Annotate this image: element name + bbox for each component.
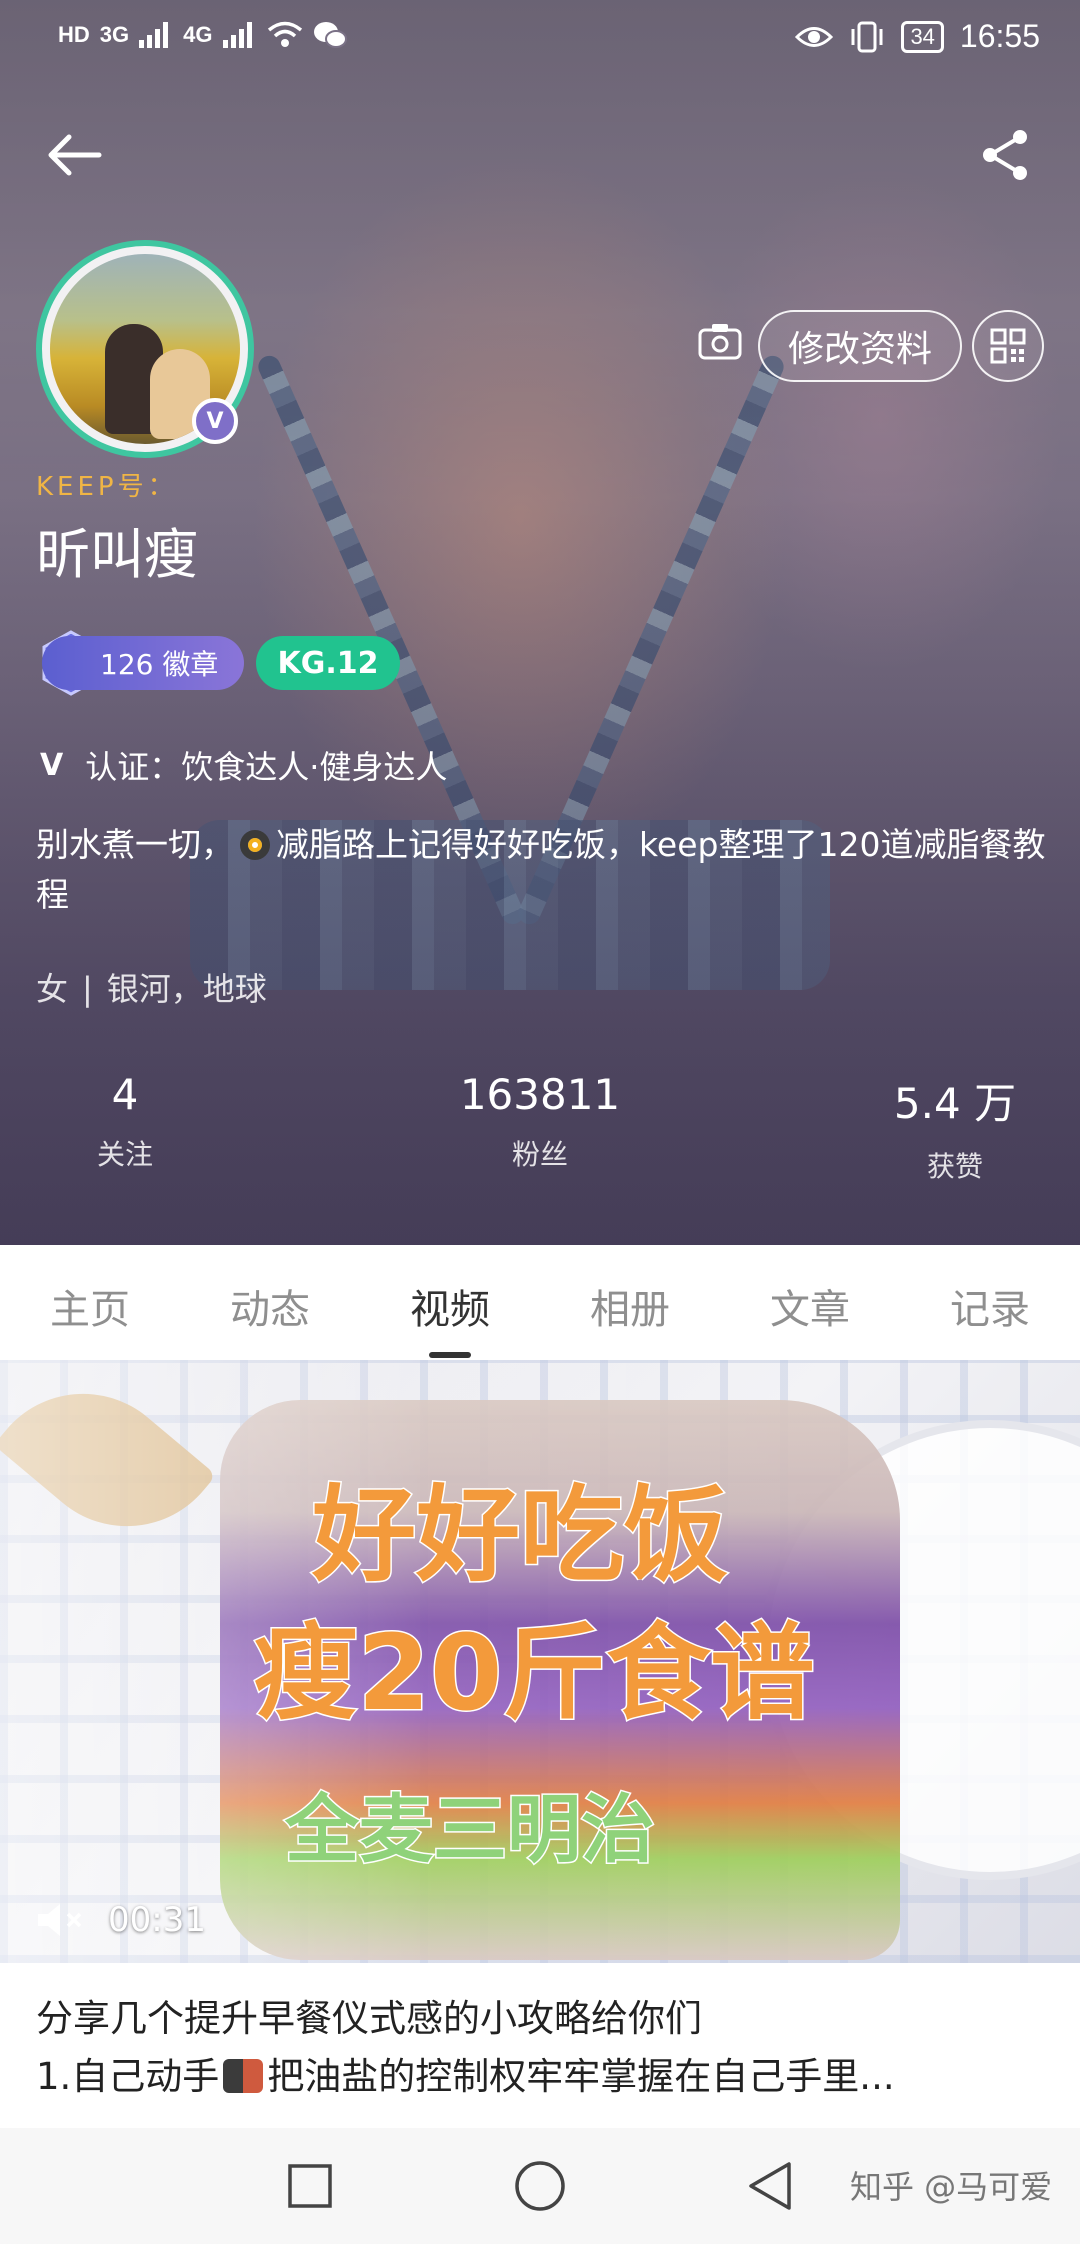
camera-icon [698,324,742,360]
signal-icon [222,22,252,48]
square-icon [288,2164,332,2208]
recent-apps-button[interactable] [280,2156,340,2216]
tab-home[interactable]: 主页 [0,1245,180,1360]
post-line2-suffix: 把油盐的控制权牢牢掌握在自己手里... [267,2055,895,2098]
certified-v-icon: V [40,747,64,783]
status-bar: HD 3G 4G 34 16:55 [0,0,1080,80]
post-line2-prefix: 1.自己动手 [36,2055,220,2098]
tab-videos[interactable]: 视频 [360,1245,540,1360]
network-3g: 3G [99,22,130,47]
video-title-line1: 好好吃饭 [310,1473,729,1598]
tab-moments[interactable]: 动态 [180,1245,360,1360]
qr-code-button[interactable] [972,310,1044,382]
likes-label: 获赞 [926,1150,983,1183]
post-preview[interactable]: 分享几个提升早餐仪式感的小攻略给你们 1.自己动手 把油盐的控制权牢牢掌握在自己手… [36,1990,1046,2106]
level-badge[interactable]: KG.12 [256,636,400,690]
profile-tabs: 主页 动态 视频 相册 文章 记录 [0,1245,1080,1360]
circle-icon [515,2161,565,2211]
keep-id-label: KEEP号： [36,472,178,502]
following-count: 4 [111,1070,139,1119]
speaker-muted-icon[interactable] [36,1900,84,1940]
system-back-button[interactable] [740,2156,800,2216]
qr-code-icon [990,328,1026,364]
post-line2: 1.自己动手 把油盐的控制权牢牢掌握在自己手里... [36,2048,1046,2106]
following-label: 关注 [96,1138,153,1171]
post-line1: 分享几个提升早餐仪式感的小攻略给你们 [36,1997,702,2040]
medals-button[interactable]: 126 徽章 [42,636,244,690]
bio-text-part1: 别水煮一切， [36,825,234,864]
status-right: 34 16:55 [795,18,1040,55]
username: 昕叫瘦 [36,523,198,586]
share-icon [983,130,1027,180]
stat-likes[interactable]: 5.4 万 获赞 [830,1070,1080,1185]
separator: | [82,970,93,1008]
change-cover-button[interactable] [698,322,742,362]
gender-location: 女 | 银河，地球 [36,964,267,1010]
profile-header-background: HD 3G 4G 34 16:55 V 修改资料 KEEP号： 昕叫瘦 126 … [0,0,1080,1245]
eye-icon [795,26,834,47]
home-button[interactable] [510,2156,570,2216]
likes-count: 5.4 万 [893,1079,1017,1128]
source-watermark: 知乎 @马可爱 [850,2168,1053,2206]
verified-badge: V [192,398,238,444]
video-player[interactable]: 好好吃饭 瘦20斤食谱 全麦三明治 00:31 [0,1360,1080,1963]
arrow-left-icon [48,134,102,176]
clock: 16:55 [959,18,1040,54]
bio: 别水煮一切， 减脂路上记得好好吃饭，keep整理了120道减脂餐教程 [36,820,1046,920]
followers-count: 163811 [459,1070,621,1119]
video-title-line3: 全麦三明治 [284,1786,657,1875]
video-title-line2: 瘦20斤食谱 [252,1611,816,1736]
network-4g: 4G [183,22,213,47]
stat-followers[interactable]: 163811 粉丝 [250,1070,830,1185]
status-left: HD 3G 4G [58,20,347,50]
triangle-back-icon [749,2162,791,2210]
system-navigation-bar: 知乎 @马可爱 [0,2128,1080,2244]
wifi-icon [267,21,302,47]
background-shade [0,0,1080,1245]
share-button[interactable] [970,120,1040,190]
location: 银河，地球 [106,970,267,1008]
stat-following[interactable]: 4 关注 [0,1070,250,1185]
wechat-icon [313,22,347,48]
certification-text: 认证：饮食达人·健身达人 [85,748,448,786]
tab-album[interactable]: 相册 [540,1245,720,1360]
video-duration: 00:31 [108,1900,206,1940]
bento-box-icon [223,2059,264,2093]
edit-profile-button[interactable]: 修改资料 [758,310,962,382]
certification-row: V 认证：饮食达人·健身达人 [40,742,447,788]
back-button[interactable] [40,120,110,190]
gender: 女 [36,970,69,1008]
vibrate-icon [851,21,883,52]
battery-indicator: 34 [901,20,944,53]
tab-records[interactable]: 记录 [900,1245,1080,1360]
stats-row: 4 关注 163811 粉丝 5.4 万 获赞 [0,1070,1080,1185]
tab-articles[interactable]: 文章 [720,1245,900,1360]
signal-icon [139,22,169,48]
followers-label: 粉丝 [511,1138,568,1171]
fried-egg-icon [240,830,270,860]
hd-indicator: HD [58,22,90,47]
